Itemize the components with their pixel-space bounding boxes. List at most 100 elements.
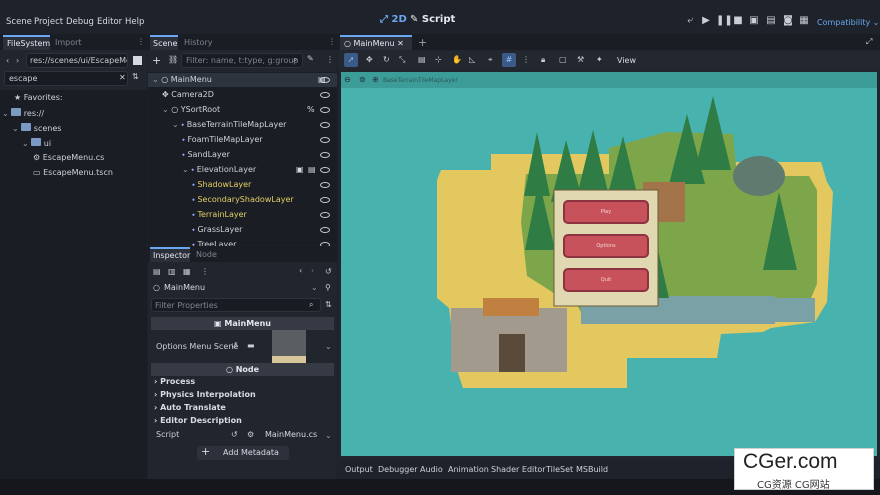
mode-script-button[interactable]: ✎ Script [410, 14, 455, 25]
movie-icon[interactable]: ◙ [782, 15, 794, 27]
game-canvas[interactable]: ⊖ ⊚ ⊕ BaseTerrainTileMapLayer Play Optio… [341, 72, 877, 456]
section-editor-description[interactable]: › Editor Description [154, 416, 242, 425]
add-scene-tab-icon[interactable]: + [418, 36, 427, 49]
tree-item-favorites[interactable]: ★ Favorites: [14, 93, 63, 102]
tab-mainmenu[interactable]: ○ MainMenu ✕ [340, 35, 412, 50]
tab-scene[interactable]: Scene [150, 35, 178, 50]
tab-animation[interactable]: Animation [448, 465, 489, 474]
expand-arrow-icon[interactable]: ⌄ [152, 75, 161, 84]
menu-editor[interactable]: Editor [97, 17, 122, 27]
link-icon[interactable]: ⛓ [168, 55, 178, 64]
play-button[interactable]: Play [563, 200, 649, 224]
stop-icon[interactable]: ■ [732, 15, 744, 27]
expand-arrow-icon[interactable]: ⌄ [172, 120, 181, 129]
grid-snap-icon[interactable]: # [502, 53, 516, 67]
pause-icon[interactable]: ❚❚ [716, 15, 733, 27]
open-resource-icon[interactable]: ▥ [168, 267, 176, 276]
rotate-tool-icon[interactable]: ↻ [383, 55, 390, 64]
visibility-eye-icon[interactable] [320, 122, 330, 128]
tab-inspector[interactable]: Inspector [150, 247, 190, 262]
scene-node-row[interactable]: ⬩ SecondaryShadowLayer [192, 195, 294, 205]
reset-icon[interactable]: ↺ [231, 430, 238, 439]
history-icon[interactable]: ↺ [325, 267, 332, 276]
options-button[interactable]: Options [563, 234, 649, 258]
scene-node-row[interactable]: ⌄ ○ MainMenu [152, 75, 212, 84]
tree-item-escapemenu-cs[interactable]: ⚙ EscapeMenu.cs [33, 153, 104, 162]
record-icon[interactable]: ▦ [798, 15, 810, 27]
pan-tool-icon[interactable]: ✋ [452, 55, 462, 64]
save-resource-icon[interactable]: ▦ [183, 267, 191, 276]
group-icon[interactable]: ▢ [559, 55, 567, 64]
resource-dropdown-icon[interactable]: ⌄ [325, 342, 332, 351]
section-process[interactable]: › Process [154, 377, 195, 386]
list-select-icon[interactable]: ▤ [418, 55, 426, 64]
view-menu[interactable]: View [617, 56, 636, 65]
expand-arrow-icon[interactable]: ⌄ [162, 105, 171, 114]
scene-filter-input[interactable]: Filter: name, t:type, g:group [181, 53, 303, 68]
history-forward-icon[interactable]: › [311, 266, 314, 275]
scene-node-row[interactable]: ⬩ TerrainLayer [192, 210, 247, 220]
close-icon[interactable]: ✕ [397, 39, 404, 48]
object-tools-icon[interactable]: ⚲ [325, 283, 331, 292]
clear-search-icon[interactable]: ✕ [119, 73, 126, 82]
distraction-free-icon[interactable]: ⤢ [866, 37, 872, 47]
snap-options-icon[interactable]: ⋮ [522, 55, 530, 64]
script-icon[interactable]: ▤ [318, 75, 326, 84]
tab-history[interactable]: History [184, 38, 212, 47]
expand-arrow-icon[interactable]: ⌄ [182, 165, 191, 174]
filter-options-icon[interactable]: ⇅ [325, 300, 332, 309]
scene-dock-menu-icon[interactable]: ⋮ [328, 37, 336, 46]
pivot-tool-icon[interactable]: ⊹ [435, 55, 442, 64]
wand-icon[interactable]: ✦ [596, 55, 603, 64]
scene-node-row[interactable]: ⬩ SandLayer [182, 150, 230, 160]
object-dropdown-icon[interactable]: ⌄ [311, 283, 318, 292]
renderer-select[interactable]: Compatibility ⌄ [817, 18, 879, 27]
section-auto-translate[interactable]: › Auto Translate [154, 403, 226, 412]
select-tool-icon[interactable]: ➚ [344, 53, 358, 67]
scene-node-row[interactable]: ⌄ ⬩ BaseTerrainTileMapLayer [172, 120, 286, 130]
scene-options-icon[interactable]: ⋮ [326, 55, 334, 64]
scene-node-row[interactable]: ⬩ ShadowLayer [192, 180, 251, 190]
scale-tool-icon[interactable]: ⤡ [399, 55, 405, 65]
add-metadata-button[interactable]: + Add Metadata [197, 445, 289, 460]
tab-node[interactable]: Node [196, 250, 217, 259]
play-scene-icon[interactable]: ▣ [748, 15, 760, 27]
script-dropdown-icon[interactable]: ⌄ [325, 431, 332, 440]
visibility-eye-icon[interactable] [320, 92, 330, 98]
forward-icon[interactable]: › [16, 56, 19, 65]
scene-node-row[interactable]: ⬩ FoamTileMapLayer [182, 135, 263, 145]
add-node-icon[interactable]: + [152, 54, 161, 67]
menu-debug[interactable]: Debug [66, 17, 94, 27]
script-icon[interactable]: ▤ [308, 165, 316, 174]
skeleton-icon[interactable]: ⚒ [577, 55, 584, 64]
resource-options-icon[interactable]: ⋮ [201, 267, 209, 276]
filter-properties-input[interactable]: Filter Properties [151, 298, 321, 312]
visibility-eye-icon[interactable] [320, 227, 330, 233]
visibility-eye-icon[interactable] [320, 107, 330, 113]
tab-debugger[interactable]: Debugger [378, 465, 418, 474]
remote-debug-icon[interactable]: ⤶ [684, 15, 696, 27]
tab-output[interactable]: Output [345, 465, 373, 474]
tab-filesystem[interactable]: FileSystem [3, 35, 50, 50]
path-field[interactable]: res://scenes/ui/EscapeMenu. [26, 53, 128, 68]
script-value[interactable]: MainMenu.cs [265, 430, 317, 439]
scene-thumbnail[interactable] [272, 330, 306, 363]
menu-project[interactable]: Project [34, 17, 63, 27]
tab-shader-editor[interactable]: Shader Editor [491, 465, 546, 474]
script-attach-icon[interactable]: ✎ [307, 54, 314, 63]
visibility-eye-icon[interactable] [320, 137, 330, 143]
file-search-input[interactable]: escape [4, 71, 128, 86]
quit-button[interactable]: Quit [563, 268, 649, 292]
tree-item-escapemenu-tscn[interactable]: ▭ EscapeMenu.tscn [33, 168, 113, 177]
section-physics-interpolation[interactable]: › Physics Interpolation [154, 390, 256, 399]
menu-help[interactable]: Help [125, 17, 144, 27]
tab-tileset[interactable]: TileSet [546, 465, 573, 474]
visibility-eye-icon[interactable] [320, 182, 330, 188]
move-tool-icon[interactable]: ✥ [366, 55, 373, 64]
mode-2d-button[interactable]: ⤢ 2D [380, 14, 407, 25]
visibility-eye-icon[interactable] [320, 152, 330, 158]
lock-icon[interactable]: 🔒︎ [541, 55, 545, 65]
visibility-eye-icon[interactable] [320, 167, 330, 173]
tree-item-scenes[interactable]: ⌄ scenes [12, 123, 61, 133]
layout-toggle-icon[interactable] [133, 56, 142, 65]
